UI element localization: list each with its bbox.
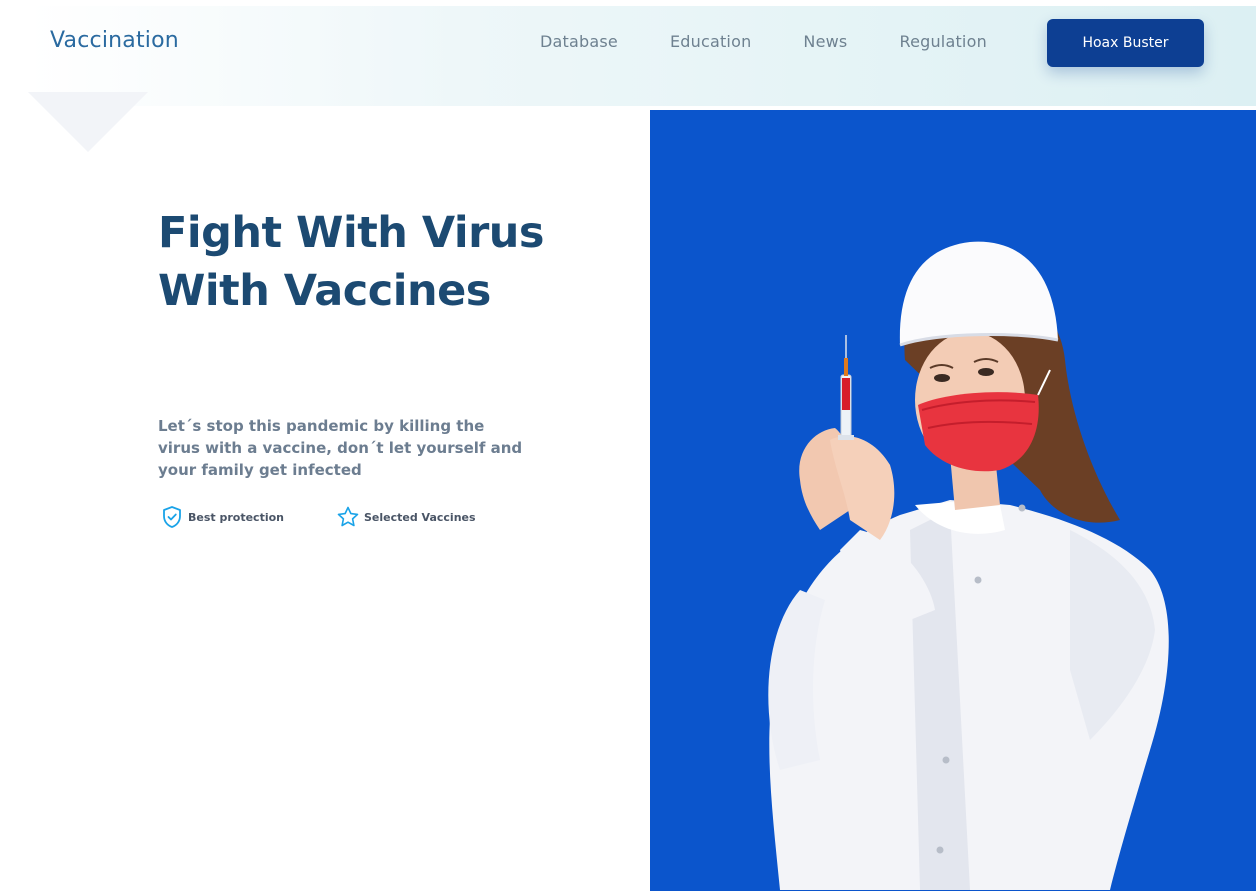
- hero-title: Fight With Virus With Vaccines: [158, 204, 588, 320]
- star-icon: [336, 505, 360, 529]
- feature-best-protection: Best protection: [160, 505, 284, 529]
- hero-title-line-2: With Vaccines: [158, 266, 491, 316]
- hero-description: Let´s stop this pandemic by killing the …: [158, 417, 523, 479]
- main-nav: Database Education News Regulation: [540, 32, 987, 56]
- feature-label: Selected Vaccines: [364, 510, 476, 524]
- nav-database[interactable]: Database: [540, 32, 618, 56]
- nav-news[interactable]: News: [803, 32, 847, 56]
- hoax-buster-button[interactable]: Hoax Buster: [1047, 19, 1204, 67]
- hero-image-nurse-with-syringe: [650, 110, 1256, 891]
- nav-education[interactable]: Education: [670, 32, 751, 56]
- nav-regulation[interactable]: Regulation: [899, 32, 986, 56]
- logo[interactable]: Vaccination: [50, 28, 179, 53]
- shield-check-icon: [160, 505, 184, 529]
- header-decoration: [28, 92, 148, 152]
- hero-title-line-1: Fight With Virus: [158, 208, 545, 258]
- feature-label: Best protection: [188, 510, 284, 524]
- feature-selected-vaccines: Selected Vaccines: [336, 505, 476, 529]
